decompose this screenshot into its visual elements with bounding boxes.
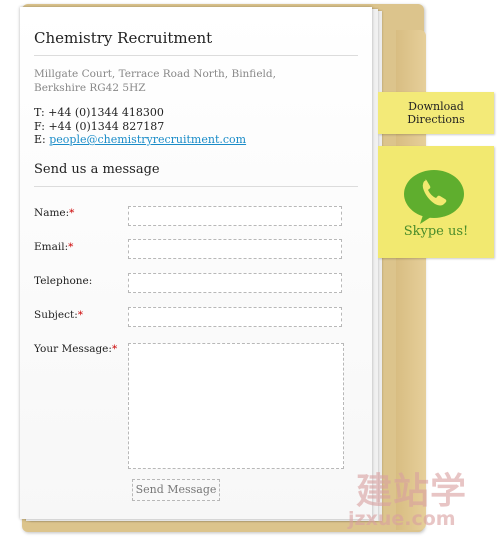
send-message-button[interactable]: Send Message	[132, 479, 220, 501]
email-label-text: Email:	[34, 241, 69, 253]
email-link[interactable]: people@chemistryrecruitment.com	[49, 133, 246, 146]
subject-label: Subject:*	[34, 309, 83, 321]
message-label: Your Message:*	[34, 343, 117, 355]
address-line-2: Berkshire RG42 5HZ	[34, 82, 146, 94]
email-label: Email:*	[34, 241, 73, 253]
page-title: Chemistry Recruitment	[34, 29, 213, 47]
download-line-2: Directions	[407, 113, 465, 126]
subject-input[interactable]	[128, 307, 342, 327]
contact-paper: Chemistry Recruitment Millgate Court, Te…	[20, 7, 372, 519]
telephone-input[interactable]	[128, 273, 342, 293]
telephone-label: Telephone:	[34, 275, 93, 287]
required-marker: *	[69, 207, 75, 219]
address-line-1: Millgate Court, Terrace Road North, Binf…	[34, 68, 276, 80]
form-section-title: Send us a message	[34, 162, 160, 177]
fax-number: F: +44 (0)1344 827187	[34, 119, 165, 133]
name-input[interactable]	[128, 206, 342, 226]
title-divider	[34, 55, 358, 56]
required-marker: *	[111, 343, 118, 355]
watermark-url-text: jzxue.com	[348, 508, 456, 530]
name-label-text: Name:	[34, 207, 70, 219]
download-directions-note[interactable]: Download Directions	[378, 92, 494, 134]
download-directions-label: Download Directions	[407, 100, 465, 126]
required-marker: *	[68, 241, 74, 253]
skype-phone-bubble-icon	[404, 170, 464, 224]
address-block: Millgate Court, Terrace Road North, Binf…	[34, 67, 284, 95]
download-line-1: Download	[408, 100, 464, 113]
message-label-text: Your Message:	[34, 343, 112, 355]
email-prefix: E:	[34, 133, 50, 146]
subject-label-text: Subject:	[34, 309, 78, 321]
email-input[interactable]	[128, 239, 342, 259]
message-textarea[interactable]	[128, 343, 344, 469]
watermark: 建站学 jzxue.com	[338, 456, 498, 536]
required-marker: *	[77, 309, 84, 321]
section-divider	[34, 186, 358, 187]
email-line: E: people@chemistryrecruitment.com	[34, 133, 246, 147]
watermark-main-text: 建站学	[356, 471, 468, 512]
skype-label: Skype us!	[403, 224, 469, 239]
name-label: Name:*	[34, 207, 74, 219]
contact-block: T: +44 (0)1344 418300 F: +44 (0)1344 827…	[34, 106, 246, 147]
telephone-number: T: +44 (0)1344 418300	[34, 106, 164, 119]
skype-note[interactable]: Skype us!	[378, 146, 494, 258]
